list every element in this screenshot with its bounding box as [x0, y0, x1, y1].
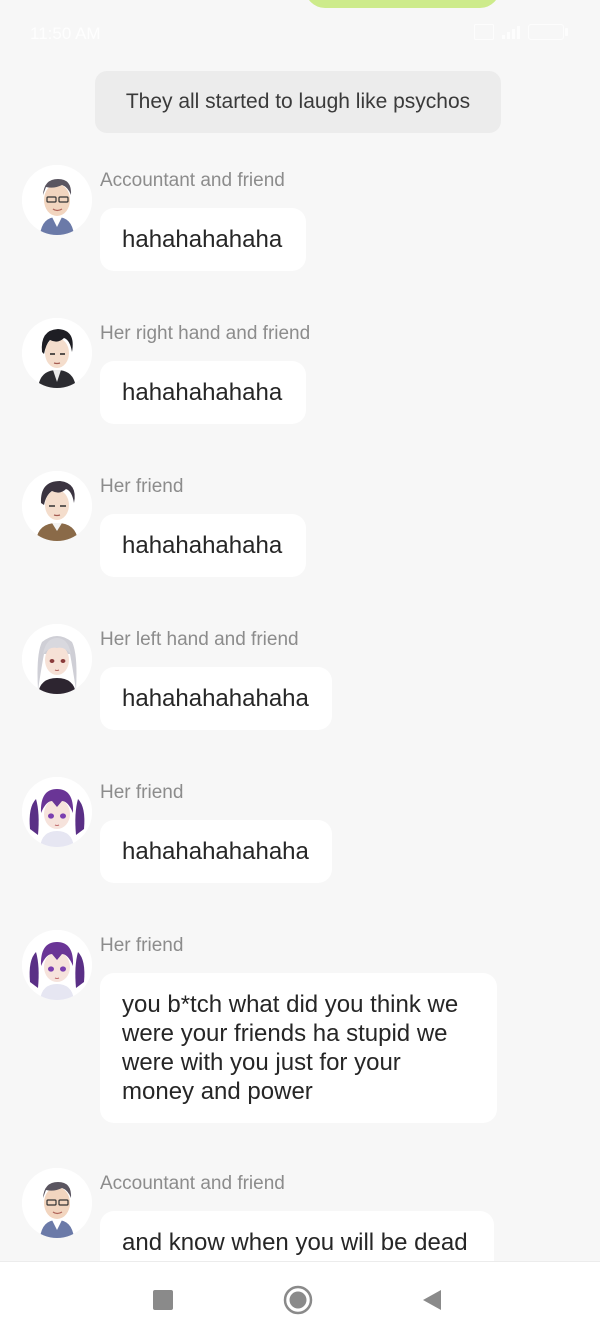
- accountant-avatar-icon[interactable]: [22, 165, 92, 235]
- purple-hair-friend-avatar-icon[interactable]: [22, 930, 92, 1000]
- back-triangle-icon[interactable]: [414, 1282, 450, 1318]
- message-bubble: hahahahahahaha: [100, 820, 332, 883]
- left-hand-avatar-icon[interactable]: [22, 624, 92, 694]
- message-text: and know when you will be dead: [122, 1229, 468, 1256]
- status-time: 11:50 AM: [30, 24, 101, 43]
- chat-message: Her left hand and friend hahahahahahaha: [0, 624, 600, 734]
- sim-icon: [474, 24, 494, 40]
- message-text: you b*tch what did you think we were you…: [122, 991, 459, 1105]
- chat-message: Her friend hahahahahahaha: [0, 777, 600, 887]
- chat-message: Her right hand and friend hahahahahaha: [0, 318, 600, 428]
- chat-message: Her friend hahahahahaha: [0, 471, 600, 581]
- accountant-avatar-icon[interactable]: [22, 1168, 92, 1238]
- message-bubble: hahahahahahaha: [100, 667, 332, 730]
- navigation-bar: [0, 1261, 600, 1334]
- message-bubble: you b*tch what did you think we were you…: [100, 973, 497, 1123]
- chat-message: Accountant and friend and know when you …: [0, 1168, 600, 1274]
- narration-bubble: They all started to laugh like psychos: [95, 71, 501, 133]
- player-message-bubble: [305, 0, 500, 8]
- sender-name: Her friend: [100, 935, 184, 956]
- message-text: hahahahahaha: [122, 226, 283, 253]
- battery-icon: [528, 24, 568, 40]
- purple-hair-friend-avatar-icon[interactable]: [22, 777, 92, 847]
- sender-name: Accountant and friend: [100, 170, 285, 191]
- sender-name: Her friend: [100, 476, 184, 497]
- message-bubble: hahahahahaha: [100, 208, 306, 271]
- message-text: hahahahahahaha: [122, 838, 309, 865]
- sender-name: Accountant and friend: [100, 1173, 285, 1194]
- sender-name: Her left hand and friend: [100, 629, 299, 650]
- home-circle-icon[interactable]: [280, 1282, 316, 1318]
- chat-message: Her friend you b*tch what did you think …: [0, 930, 600, 1125]
- signal-icon: [502, 25, 520, 39]
- chat-message: Accountant and friend hahahahahaha: [0, 165, 600, 275]
- status-icons: [474, 24, 568, 40]
- message-text: hahahahahaha: [122, 532, 283, 559]
- message-text: hahahahahahaha: [122, 685, 309, 712]
- message-bubble: hahahahahaha: [100, 514, 306, 577]
- narration-text: They all started to laugh like psychos: [125, 90, 471, 113]
- friend-avatar-icon[interactable]: [22, 471, 92, 541]
- recents-square-icon[interactable]: [145, 1282, 181, 1318]
- status-bar: 11:50 AM: [0, 0, 600, 66]
- sender-name: Her right hand and friend: [100, 323, 311, 344]
- message-bubble: hahahahahaha: [100, 361, 306, 424]
- message-text: hahahahahaha: [122, 379, 283, 406]
- right-hand-avatar-icon[interactable]: [22, 318, 92, 388]
- sender-name: Her friend: [100, 782, 184, 803]
